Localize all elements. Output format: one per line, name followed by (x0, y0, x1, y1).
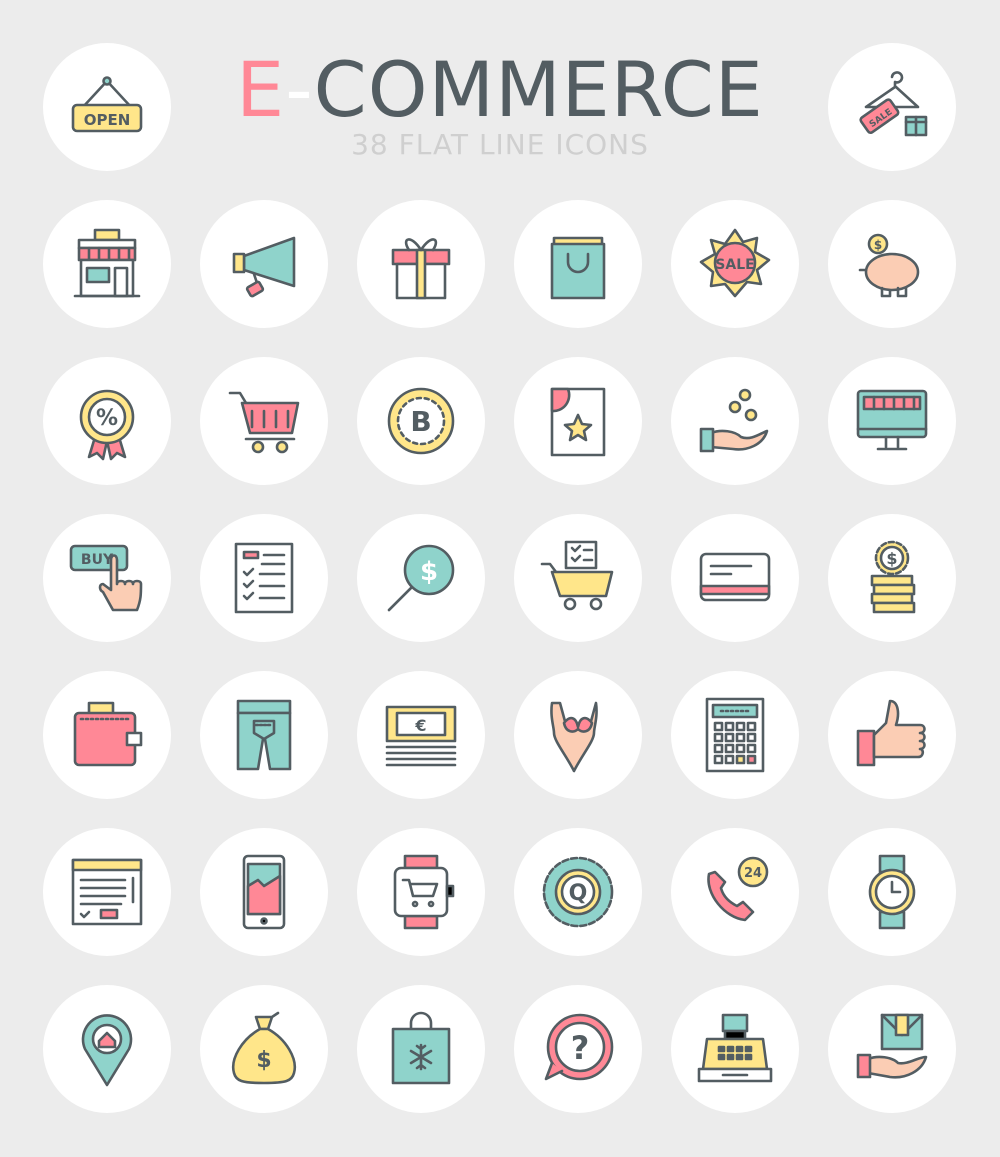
icon-tile-checklist (200, 514, 328, 642)
icon-text: 24 (744, 866, 762, 881)
icon-tile-credit-card (671, 514, 799, 642)
thumbs-up-icon (856, 699, 926, 767)
icon-tile-cash-register (671, 985, 799, 1113)
location-home-icon (81, 1014, 133, 1087)
icon-tile-calculator (671, 671, 799, 799)
icon-tile-smartwatch-cart (357, 828, 485, 956)
shopping-cart-icon (228, 391, 300, 454)
icon-tile-cart-checklist (514, 514, 642, 642)
icon-text: SALE (715, 257, 754, 273)
phone-support-icon: 24 (707, 856, 769, 922)
cart-checklist-icon (540, 540, 614, 611)
icon-text: % (96, 406, 118, 431)
sale-badge-icon: SALE (699, 228, 771, 298)
icon-tile-quality-badge: Q (514, 828, 642, 956)
icon-tile-sale-badge: SALE (671, 200, 799, 328)
icon-tile-phone-support: 24 (671, 828, 799, 956)
shopping-bag-icon (550, 236, 606, 300)
icon-tile-search-money: $ (357, 514, 485, 642)
jeans-icon (236, 699, 292, 771)
icon-tile-hanger-sale-tag: SALE (828, 43, 956, 171)
icon-tile-open-sign: OPEN (43, 43, 171, 171)
icon-text: ? (571, 1029, 590, 1067)
hand-coins-icon (699, 388, 769, 453)
icon-tile-store (43, 200, 171, 328)
shopping-bag-snowflake-icon (391, 1011, 451, 1085)
icon-text: BUY (81, 552, 114, 568)
icon-tile-starred-document (514, 357, 642, 485)
online-store-monitor-icon (856, 389, 928, 451)
icon-tile-hand-coins (671, 357, 799, 485)
icon-tile-question-bubble: ? (514, 985, 642, 1113)
quality-badge-icon: Q (542, 856, 614, 928)
icon-tile-wallet (43, 671, 171, 799)
icon-tile-coin-stack: $ (828, 514, 956, 642)
smartwatch-cart-icon (393, 854, 455, 930)
question-bubble-icon: ? (544, 1013, 614, 1081)
title-dash: - (285, 45, 314, 134)
webpage-icon (71, 858, 143, 926)
icon-tile-online-store-monitor (828, 357, 956, 485)
icon-text: $ (886, 549, 897, 568)
icon-text: $ (256, 1048, 271, 1073)
icon-tile-webpage (43, 828, 171, 956)
gift-box-icon (391, 238, 451, 300)
icon-text: $ (420, 557, 438, 587)
icon-text: Q (569, 881, 588, 906)
icon-tile-location-home (43, 985, 171, 1113)
title-rest: COMMERCE (313, 45, 764, 134)
store-icon (73, 228, 141, 298)
coin-stack-icon: $ (870, 540, 916, 614)
banknotes-icon: € (385, 705, 457, 767)
icon-tile-jeans (200, 671, 328, 799)
piggy-bank-icon: $ (858, 233, 920, 298)
icon-tile-buy-button: BUY (43, 514, 171, 642)
icon-tile-money-bag: $ (200, 985, 328, 1113)
smartphone-icon (242, 854, 286, 930)
search-money-icon: $ (387, 544, 455, 612)
credit-card-icon (699, 552, 771, 602)
delivery-hand-icon (856, 1013, 928, 1079)
icon-tile-delivery-hand (828, 985, 956, 1113)
starred-document-icon (550, 387, 606, 457)
calculator-icon (705, 697, 765, 773)
checklist-icon (234, 542, 294, 614)
cash-register-icon (697, 1013, 773, 1083)
buy-button-icon: BUY (69, 544, 143, 612)
icon-tile-thumbs-up (828, 671, 956, 799)
open-sign-icon: OPEN (71, 76, 143, 133)
bitcoin-coin-icon: B (387, 387, 455, 455)
icon-tile-bitcoin-coin: B (357, 357, 485, 485)
icon-tile-piggy-bank: $ (828, 200, 956, 328)
megaphone-icon (232, 236, 296, 298)
wristwatch-icon (868, 854, 916, 930)
icon-tile-shopping-bag (514, 200, 642, 328)
swimsuit-icon (550, 701, 598, 773)
icon-text: $ (874, 238, 882, 252)
icon-tile-smartphone (200, 828, 328, 956)
discount-badge-icon: % (79, 389, 135, 461)
icon-tile-gift-box (357, 200, 485, 328)
money-bag-icon: $ (231, 1011, 297, 1085)
icon-tile-wristwatch (828, 828, 956, 956)
icon-tile-megaphone (200, 200, 328, 328)
icon-tile-discount-badge: % (43, 357, 171, 485)
icon-text: € (414, 716, 426, 735)
wallet-icon (73, 701, 143, 767)
icon-tile-banknotes: € (357, 671, 485, 799)
icon-text: OPEN (84, 111, 131, 129)
hanger-sale-tag-icon: SALE (859, 71, 928, 137)
icon-text: B (410, 405, 431, 438)
icon-tile-shopping-cart (200, 357, 328, 485)
title-e: E (236, 45, 286, 134)
icon-tile-shopping-bag-snowflake (357, 985, 485, 1113)
icon-tile-swimsuit (514, 671, 642, 799)
